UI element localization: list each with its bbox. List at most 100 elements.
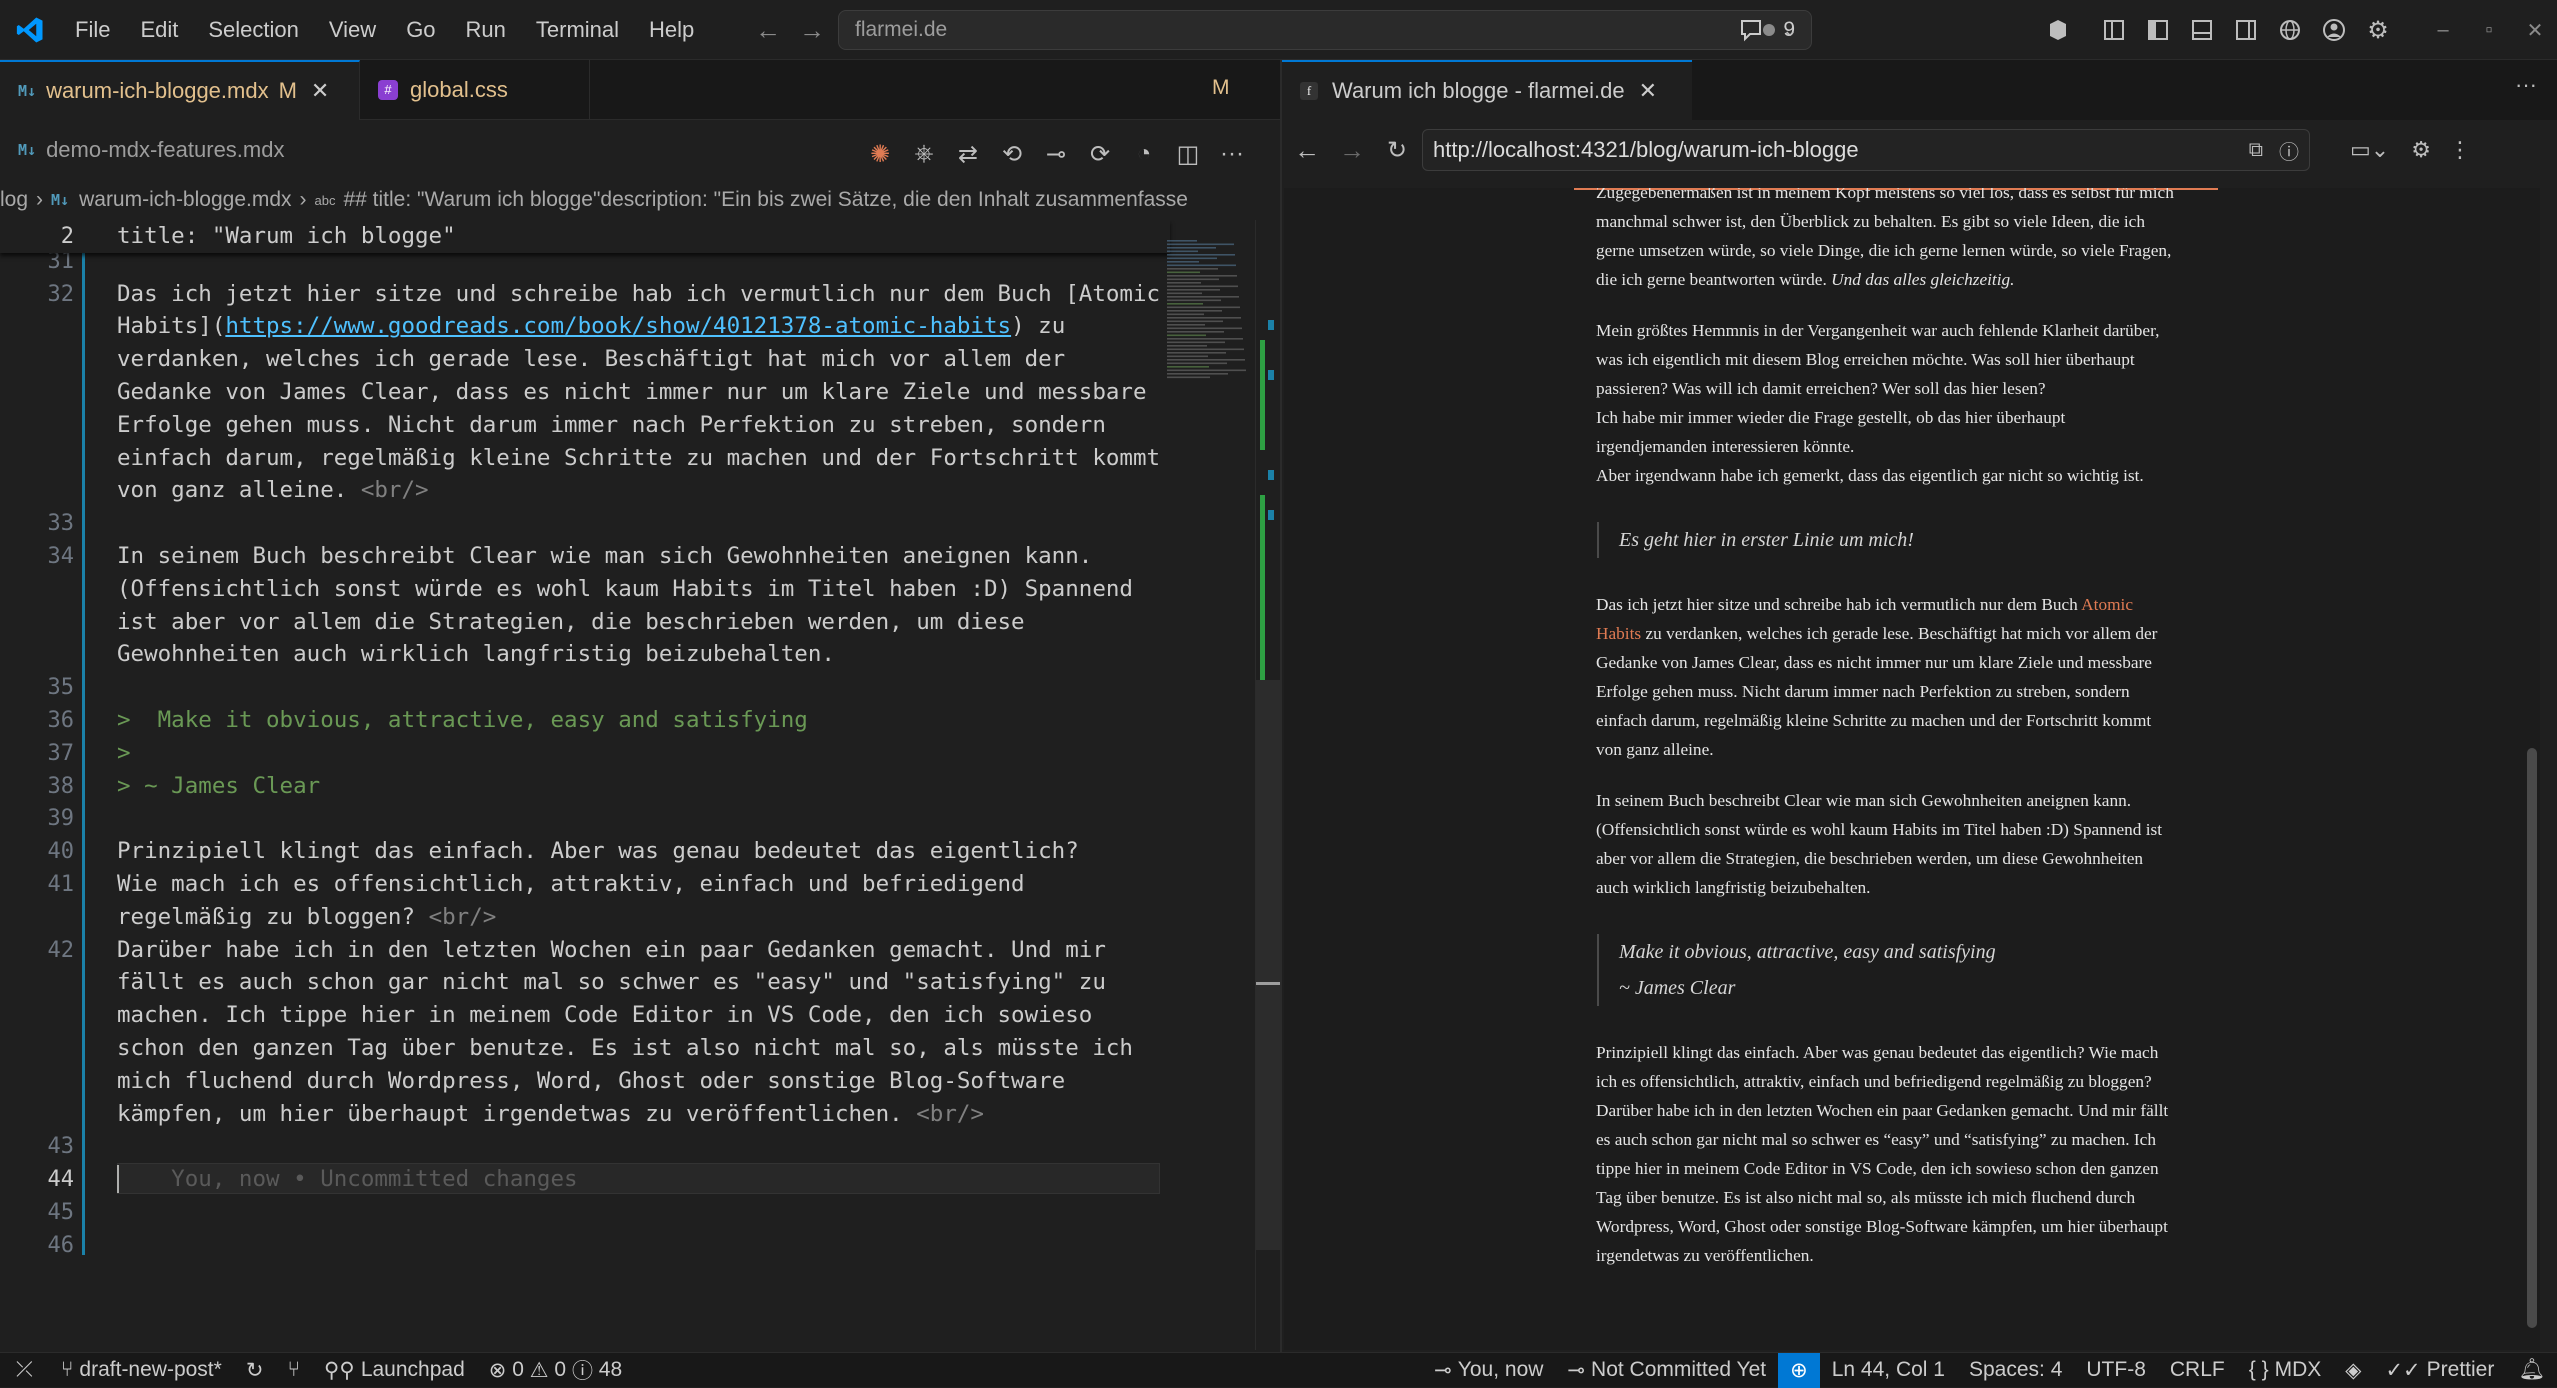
tab-warum-ich-blogge[interactable]: M↓ warum-ich-blogge.mdx M ✕ <box>0 60 360 120</box>
menu-selection[interactable]: Selection <box>193 0 314 60</box>
forward-arrow-icon[interactable]: → <box>1332 135 1372 166</box>
code-line[interactable]: 36 > Make it obvious, attractive, easy an… <box>0 704 1170 737</box>
code-line[interactable]: Gewohnheiten auch wirklich langfristig b… <box>0 638 1170 671</box>
back-arrow-icon[interactable]: ← <box>748 15 788 46</box>
code-line[interactable]: 46 <box>0 1229 1170 1262</box>
copilot-icon[interactable] <box>2036 8 2080 52</box>
code-line[interactable]: (Offensichtlich sonst würde es wohl kaum… <box>0 573 1170 606</box>
gear-icon[interactable]: ⚙ <box>2356 8 2400 52</box>
open-preview-icon[interactable]: ◔ <box>1126 132 1162 176</box>
breadcrumb-file[interactable]: warum-ich-blogge.mdx <box>79 188 291 212</box>
breadcrumb-folder[interactable]: log <box>0 188 28 212</box>
notifications-icon[interactable]: 🔔︎ <box>2506 1353 2557 1388</box>
code-line[interactable]: 35 <box>0 671 1170 704</box>
url-bar[interactable]: http://localhost:4321/blog/warum-ich-blo… <box>1422 129 2310 171</box>
code-line[interactable]: regelmäßig zu bloggen? <br/> <box>0 901 1170 934</box>
atomic-habits-link[interactable]: Atomic <box>2081 595 2133 614</box>
code-line[interactable]: verdanken, welches ich gerade lese. Besc… <box>0 343 1170 376</box>
code-line[interactable]: 38 > ~ James Clear <box>0 770 1170 803</box>
openai-icon[interactable]: ⎈ <box>906 132 942 176</box>
code-line[interactable]: mich fluchend durch Wordpress, Word, Gho… <box>0 1065 1170 1098</box>
code-line[interactable]: Erfolge gehen muss. Nicht darum immer na… <box>0 409 1170 442</box>
screenshot-icon[interactable]: ⧉ <box>2249 139 2263 162</box>
code-line[interactable]: schon den ganzen Tag über benutze. Es is… <box>0 1032 1170 1065</box>
encoding[interactable]: UTF-8 <box>2074 1353 2158 1388</box>
branch-indicator[interactable]: ⑂ draft-new-post* <box>49 1353 234 1388</box>
menu-terminal[interactable]: Terminal <box>521 0 634 60</box>
minimap[interactable] <box>1165 240 1255 390</box>
cursor-position[interactable]: Ln 44, Col 1 <box>1820 1353 1957 1388</box>
scrollbar-thumb[interactable] <box>1256 680 1280 1250</box>
cast-icon[interactable]: ▭⌄ <box>2350 137 2389 163</box>
previous-change-icon[interactable]: ⟲ <box>994 132 1030 176</box>
current-line[interactable]: 44 You, now • Uncommitted changes <box>0 1163 1170 1196</box>
git-commit-icon[interactable]: ⊸ <box>1038 132 1074 176</box>
code-line[interactable]: 39 <box>0 802 1170 835</box>
rendered-blog-preview[interactable]: Zugegebenermaßen ist in meinem Kopf meis… <box>1284 188 2540 1350</box>
code-line[interactable]: 37 > <box>0 737 1170 770</box>
git-blame[interactable]: ⊸ You, now <box>1422 1353 1555 1388</box>
split-editor-icon[interactable]: ◫ <box>1170 132 1206 176</box>
git-graph-icon[interactable]: ⑂ <box>275 1353 312 1388</box>
more-actions-icon[interactable]: ⋮ <box>2449 137 2471 163</box>
menu-run[interactable]: Run <box>451 0 521 60</box>
next-change-icon[interactable]: ⟳ <box>1082 132 1118 176</box>
commit-status[interactable]: ⊸ Not Committed Yet <box>1555 1353 1778 1388</box>
reload-icon[interactable]: ↻ <box>1372 136 1422 165</box>
language-mode[interactable]: { } MDX <box>2237 1353 2334 1388</box>
close-icon[interactable]: ✕ <box>311 78 329 104</box>
back-arrow-icon[interactable]: ← <box>1282 135 1332 166</box>
copilot-status-icon[interactable]: ◈ <box>2333 1353 2373 1388</box>
preview-scrollbar[interactable] <box>2524 188 2540 1350</box>
toggle-secondary-sidebar-icon[interactable] <box>2224 8 2268 52</box>
code-line[interactable]: 41 Wie mach ich es offensichtlich, attrak… <box>0 868 1170 901</box>
tab-preview[interactable]: f Warum ich blogge - flarmei.de ✕ <box>1282 60 1692 120</box>
breadcrumb-symbol[interactable]: ## title: "Warum ich blogge"description:… <box>343 188 1188 212</box>
prettier-status[interactable]: ✓✓ Prettier <box>2373 1353 2506 1388</box>
more-actions-icon[interactable]: ··· <box>2515 72 2537 98</box>
launchpad-button[interactable]: ⚲⚲ Launchpad <box>312 1353 477 1388</box>
code-line[interactable]: 45 <box>0 1196 1170 1229</box>
compare-changes-icon[interactable]: ⇄ <box>950 132 986 176</box>
code-line[interactable]: 43 <box>0 1130 1170 1163</box>
atomic-habits-link[interactable]: Habits <box>1596 624 1641 643</box>
chevron-down-icon[interactable]: ⌄ <box>1768 8 1812 52</box>
indentation[interactable]: Spaces: 4 <box>1957 1353 2074 1388</box>
toggle-panel-icon[interactable] <box>2180 8 2224 52</box>
close-icon[interactable]: ✕ <box>1639 78 1657 104</box>
menu-file[interactable]: File <box>60 0 125 60</box>
problems-button[interactable]: ⊗ 0 ⚠ 0 ⓘ 48 <box>477 1353 634 1388</box>
code-line[interactable]: Gedanke von James Clear, dass es nicht i… <box>0 376 1170 409</box>
info-icon[interactable]: ⓘ <box>2279 136 2299 165</box>
editor-scrollbar[interactable] <box>1255 220 1280 1350</box>
menu-help[interactable]: Help <box>634 0 709 60</box>
tab-demo-mdx-features[interactable]: M↓ demo-mdx-features.mdx <box>0 120 302 180</box>
customize-layout-icon[interactable] <box>2092 8 2136 52</box>
code-link[interactable]: https://www.goodreads.com/book/show/4012… <box>225 313 1011 339</box>
code-line[interactable]: 32 Das ich jetzt hier sitze und schreibe … <box>0 278 1170 311</box>
code-line[interactable]: machen. Ich tippe hier in meinem Code Ed… <box>0 999 1170 1032</box>
spark-icon[interactable]: ✺ <box>862 132 898 176</box>
forward-arrow-icon[interactable]: → <box>792 15 832 46</box>
globe-icon[interactable] <box>2268 8 2312 52</box>
code-line[interactable]: 34 In seinem Buch beschreibt Clear wie ma… <box>0 540 1170 573</box>
code-line[interactable]: fällt es auch schon gar nicht mal so sch… <box>0 966 1170 999</box>
scrollbar-thumb[interactable] <box>2527 748 2537 1328</box>
remote-indicator-icon[interactable]: ⤫ <box>0 1353 49 1388</box>
minimize-icon[interactable]: – <box>2420 19 2466 42</box>
devtools-icon[interactable]: ⚙ <box>2411 137 2431 163</box>
code-line[interactable]: ist aber vor allem die Strategien, die b… <box>0 606 1170 639</box>
code-line[interactable]: 33 <box>0 507 1170 540</box>
menu-go[interactable]: Go <box>391 0 450 60</box>
code-line[interactable]: von ganz alleine. <br/> <box>0 474 1170 507</box>
code-line[interactable]: Habits](https://www.goodreads.com/book/s… <box>0 310 1170 343</box>
code-line[interactable]: 42 Darüber habe ich in den letzten Wochen… <box>0 934 1170 967</box>
code-line[interactable]: kämpfen, um hier überhaupt irgendetwas z… <box>0 1098 1170 1131</box>
close-window-icon[interactable]: ✕ <box>2512 18 2557 43</box>
sync-icon[interactable]: ↻ <box>234 1353 276 1388</box>
zoom-icon[interactable]: ⊕ <box>1778 1352 1820 1388</box>
tab-global-css[interactable]: # global.css <box>360 60 590 120</box>
code-editor[interactable]: 30> Es geht hier in erster Linie um mich… <box>0 220 1280 1350</box>
command-center[interactable]: flarmei.de 9 <box>838 10 1812 50</box>
account-icon[interactable] <box>2312 8 2356 52</box>
